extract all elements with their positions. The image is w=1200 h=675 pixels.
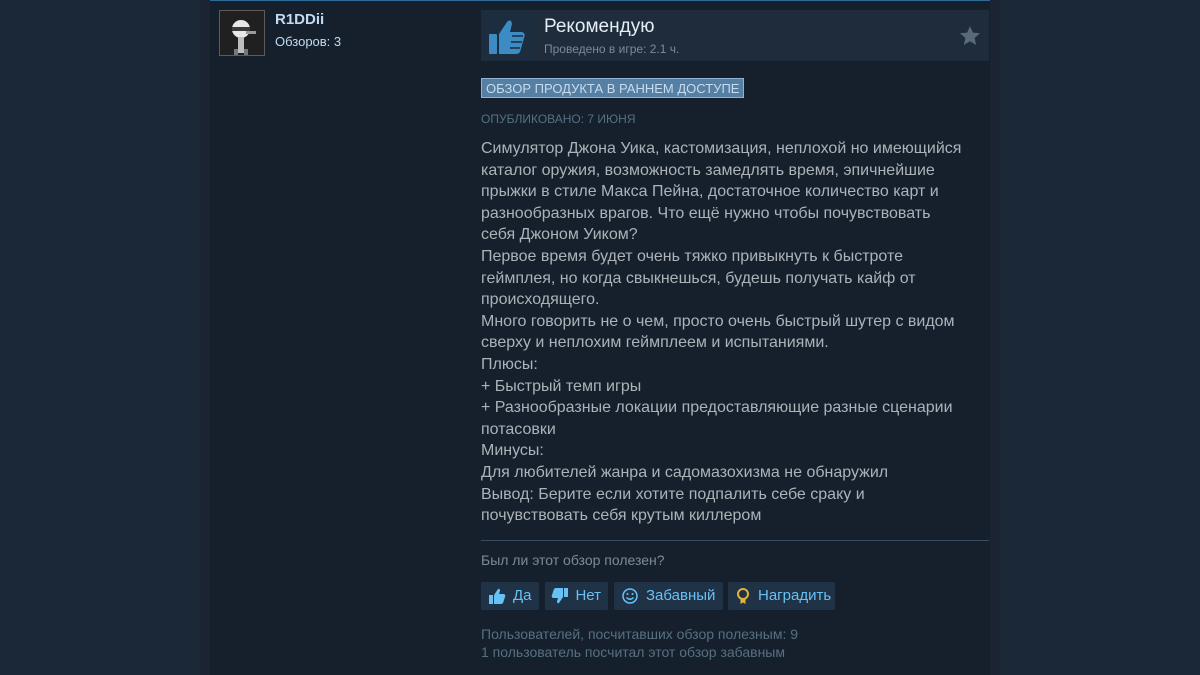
smiley-icon xyxy=(620,586,640,606)
divider xyxy=(481,540,989,541)
review-text-line: разнообразных врагов. Что ещё нужно чтоб… xyxy=(481,204,931,222)
review-text-line: Плюсы: xyxy=(481,355,538,373)
posted-date: ОПУБЛИКОВАНО: 7 ИЮНЯ xyxy=(481,112,636,126)
hours-played: Проведено в игре: 2.1 ч. xyxy=(544,42,680,56)
star-icon[interactable] xyxy=(958,24,982,48)
award-medal-icon xyxy=(734,586,752,606)
vote-funny-button[interactable]: Забавный xyxy=(614,582,723,610)
review-verdict: Рекомендую xyxy=(544,16,655,37)
vote-yes-label: Да xyxy=(513,587,532,604)
review-text-line: почувствовать себя крутым киллером xyxy=(481,507,762,525)
review-text-line: потасовки xyxy=(481,420,556,438)
helpful-count: Пользователей, посчитавших обзор полезны… xyxy=(481,626,799,642)
author-review-count[interactable]: Обзоров: 3 xyxy=(275,33,341,51)
award-label: Наградить xyxy=(758,587,832,604)
funny-count: 1 пользователь посчитал этот обзор забав… xyxy=(481,644,785,660)
vote-funny-label: Забавный xyxy=(646,587,716,604)
thumbs-up-icon xyxy=(487,586,507,606)
review-text-line: + Разнообразные локации предоставляющие … xyxy=(481,399,953,417)
thumbs-down-icon xyxy=(551,586,569,606)
avatar-image xyxy=(220,11,264,55)
review-text-line: Много говорить не о чем, просто очень бы… xyxy=(481,312,955,330)
review-text-line: происходящего. xyxy=(481,291,600,309)
review-text-line: себя Джоном Уиком? xyxy=(481,226,638,244)
author-name[interactable]: R1DDii xyxy=(275,11,324,29)
review-text-line: Симулятор Джона Уика, кастомизация, непл… xyxy=(481,140,962,157)
review-text-line: + Быстрый темп игры xyxy=(481,377,642,395)
helpful-question: Был ли этот обзор полезен? xyxy=(481,552,665,568)
author-avatar[interactable] xyxy=(219,10,265,56)
thumbs-up-icon xyxy=(481,10,532,61)
review-text: Симулятор Джона Уика, кастомизация, непл… xyxy=(481,138,991,527)
review-text-line: Для любителей жанра и садомазохизма не о… xyxy=(481,463,889,481)
review-text-line: Вывод: Берите если хотите подпалить себе… xyxy=(481,485,865,503)
award-button[interactable]: Наградить xyxy=(728,582,835,610)
vote-no-label: Нет xyxy=(575,587,601,604)
vote-yes-button[interactable]: Да xyxy=(481,582,539,610)
review-text-line: геймплея, но когда свыкнешься, будешь по… xyxy=(481,269,916,287)
review-text-line: прыжки в стиле Макса Пейна, достаточное … xyxy=(481,183,939,201)
review-text-line: Первое время будет очень тяжко привыкнут… xyxy=(481,247,904,265)
review-text-line: сверху и неплохим геймплеем и испытаниям… xyxy=(481,334,829,352)
vote-no-button[interactable]: Нет xyxy=(545,582,608,610)
early-access-badge: ОБЗОР ПРОДУКТА В РАННЕМ ДОСТУПЕ xyxy=(481,78,745,98)
review-text-line: Минусы: xyxy=(481,442,544,460)
review-text-line: каталог оружия, возможность замедлять вр… xyxy=(481,161,935,179)
